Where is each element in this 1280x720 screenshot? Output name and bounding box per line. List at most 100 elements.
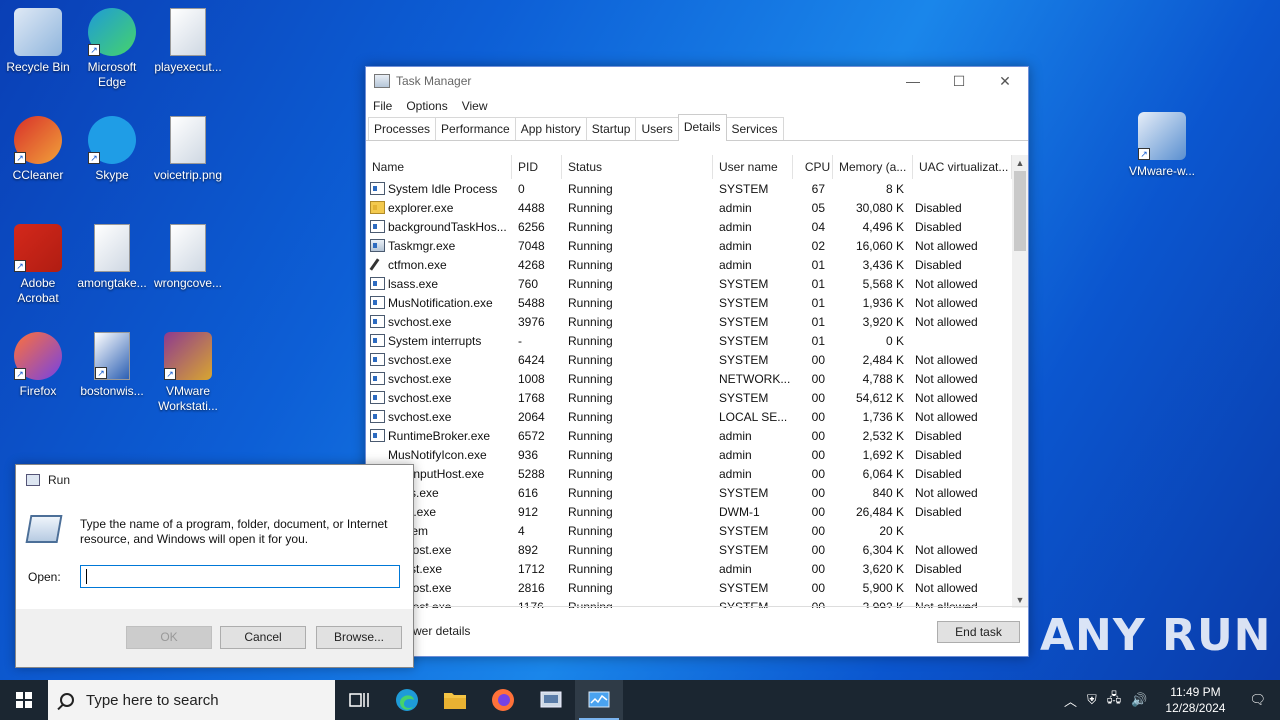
process-icon	[370, 429, 385, 442]
table-row[interactable]: svchost.exe 2064 Running LOCAL SE... 00 1,736…	[366, 407, 1012, 426]
desktop-icon[interactable]: Recycle Bin	[0, 8, 76, 75]
process-status: Running	[568, 409, 613, 424]
desktop-icon[interactable]: ↗ Skype	[74, 116, 150, 183]
scroll-thumb[interactable]	[1014, 171, 1026, 251]
process-uac: Disabled	[915, 257, 962, 272]
process-pid: 936	[518, 447, 539, 462]
column-header-name[interactable]: Name	[366, 155, 512, 179]
table-row[interactable]: svchost.exe 3976 Running SYSTEM 01 3,920 K Not…	[366, 312, 1012, 331]
maximize-button[interactable]: ☐	[936, 67, 982, 95]
table-row[interactable]: sihost.exe 1712 Running admin 00 3,620 K Disab…	[366, 559, 1012, 578]
desktop-icon-label: bostonwis...	[80, 384, 144, 398]
column-header-uac[interactable]: UAC virtualizat...	[913, 155, 1012, 179]
table-row[interactable]: svchost.exe 1768 Running SYSTEM 00 54,612 K No…	[366, 388, 1012, 407]
desktop-icon[interactable]: ↗ Microsoft Edge	[74, 8, 150, 90]
taskbar-edge[interactable]	[383, 680, 431, 720]
column-header-pid[interactable]: PID	[512, 155, 562, 179]
clock[interactable]: 11:49 PM 12/28/2024	[1157, 684, 1233, 716]
taskbar-file-explorer[interactable]	[431, 680, 479, 720]
table-row[interactable]: svchost.exe 2816 Running SYSTEM 00 5,900 K Not…	[366, 578, 1012, 597]
table-row[interactable]: backgroundTaskHos... 6256 Running admin 04 4,…	[366, 217, 1012, 236]
notifications-icon[interactable]: 🗨	[1243, 692, 1280, 708]
desktop-icon[interactable]: ↗ bostonwis...	[74, 332, 150, 399]
table-row[interactable]: svchost.exe 892 Running SYSTEM 00 6,304 K Not …	[366, 540, 1012, 559]
taskbar-task-manager[interactable]	[575, 680, 623, 720]
tab-performance[interactable]: Performance	[435, 117, 516, 140]
tab-services[interactable]: Services	[725, 117, 784, 140]
column-header-cpu[interactable]: CPU	[793, 155, 833, 179]
tab-startup[interactable]: Startup	[585, 117, 637, 140]
table-row[interactable]: ctfmon.exe 4268 Running admin 01 3,436 K Disab…	[366, 255, 1012, 274]
column-header-user[interactable]: User name	[713, 155, 793, 179]
column-header-status[interactable]: Status	[562, 155, 713, 179]
process-name: MusNotifyIcon.exe	[388, 447, 487, 462]
taskbar-run[interactable]	[527, 680, 575, 720]
desktop-icon[interactable]: ↗ VMware Workstati...	[150, 332, 226, 414]
table-row[interactable]: svchost.exe 6424 Running SYSTEM 00 2,484 K Not…	[366, 350, 1012, 369]
run-title-bar[interactable]: Run	[16, 465, 413, 495]
run-program-icon	[25, 515, 63, 543]
desktop-icon[interactable]: ↗ Firefox	[0, 332, 76, 399]
tab-processes[interactable]: Processes	[368, 117, 437, 140]
open-input[interactable]	[80, 565, 400, 588]
network-icon[interactable]: 🖧	[1107, 689, 1122, 711]
table-row[interactable]: explorer.exe 4488 Running admin 05 30,080 K Di…	[366, 198, 1012, 217]
process-pid: 1768	[518, 390, 545, 405]
column-header-memory[interactable]: Memory (a...	[833, 155, 913, 179]
process-status: Running	[568, 504, 613, 519]
process-memory: 2,484 K	[862, 352, 904, 367]
process-pid: 5488	[518, 295, 545, 310]
taskbar-search-box[interactable]: Type here to search	[48, 680, 335, 720]
desktop-icon[interactable]: wrongcove...	[150, 224, 226, 291]
browse-button[interactable]: Browse...	[316, 626, 402, 649]
table-row[interactable]: System Idle Process 0 Running SYSTEM 67 8 K	[366, 179, 1012, 198]
table-row[interactable]: csrss.exe616RunningSYSTEM00840 KNot allo…	[366, 483, 1012, 502]
title-bar[interactable]: Task Manager — ☐ ✕	[366, 67, 1028, 95]
minimize-button[interactable]: —	[890, 67, 936, 95]
desktop-icon[interactable]: ↗ CCleaner	[0, 116, 76, 183]
volume-icon[interactable]: 🔊	[1131, 692, 1147, 708]
cancel-button[interactable]: Cancel	[220, 626, 306, 649]
shortcut-arrow-icon: ↗	[88, 44, 100, 56]
desktop-icon[interactable]: ↗ VMware-w...	[1124, 112, 1200, 179]
table-row[interactable]: System4RunningSYSTEM0020 K	[366, 521, 1012, 540]
table-row[interactable]: Taskmgr.exe 7048 Running admin 02 16,060 K Not…	[366, 236, 1012, 255]
end-task-button[interactable]: End task	[937, 621, 1020, 643]
table-row[interactable]: TextInputHost.exe 5288 Running admin 00 6,064…	[366, 464, 1012, 483]
task-view-button[interactable]	[335, 680, 383, 720]
menu-file[interactable]: File	[373, 99, 392, 113]
close-button[interactable]: ✕	[982, 67, 1028, 95]
tab-users[interactable]: Users	[635, 117, 679, 140]
vertical-scrollbar[interactable]: ▲ ▼	[1012, 155, 1028, 608]
table-row[interactable]: svchost.exe 1008 Running NETWORK... 00 4,788 …	[366, 369, 1012, 388]
menu-options[interactable]: Options	[406, 99, 447, 113]
scroll-up-icon[interactable]: ▲	[1012, 155, 1028, 171]
process-uac: Disabled	[915, 504, 962, 519]
desktop-icon[interactable]: ↗ Adobe Acrobat	[0, 224, 76, 306]
table-row[interactable]: MusNotifyIcon.exe 936 Running admin 00 1,692 …	[366, 445, 1012, 464]
process-icon	[370, 296, 385, 309]
table-row[interactable]: RuntimeBroker.exe 6572 Running admin 00 2,532…	[366, 426, 1012, 445]
taskbar-firefox[interactable]	[479, 680, 527, 720]
chevron-up-icon[interactable]: ︿	[1064, 691, 1077, 710]
desktop-icon-label: playexecut...	[154, 60, 222, 74]
tab-details[interactable]: Details	[677, 114, 727, 141]
process-status: Running	[568, 485, 613, 500]
process-status: Running	[568, 447, 613, 462]
table-row[interactable]: System interrupts - Running SYSTEM 01 0 K	[366, 331, 1012, 350]
desktop-icon[interactable]: amongtake...	[74, 224, 150, 291]
table-row[interactable]: dwm.exe912RunningDWM-10026,484 KDisabled	[366, 502, 1012, 521]
desktop-icon[interactable]: voicetrip.png	[150, 116, 226, 183]
process-user: admin	[719, 428, 752, 443]
run-dialog-icon	[540, 691, 562, 708]
security-icon[interactable]: ⛨	[1087, 692, 1097, 708]
process-name-cell: System interrupts	[366, 334, 512, 348]
desktop-icon[interactable]: playexecut...	[150, 8, 226, 75]
ok-button[interactable]: OK	[126, 626, 212, 649]
menu-view[interactable]: View	[462, 99, 488, 113]
process-icon	[370, 372, 385, 385]
table-row[interactable]: lsass.exe 760 Running SYSTEM 01 5,568 K Not al…	[366, 274, 1012, 293]
table-row[interactable]: MusNotification.exe 5488 Running SYSTEM 01 1,…	[366, 293, 1012, 312]
start-button[interactable]	[0, 680, 48, 720]
tab-app-history[interactable]: App history	[514, 117, 587, 140]
